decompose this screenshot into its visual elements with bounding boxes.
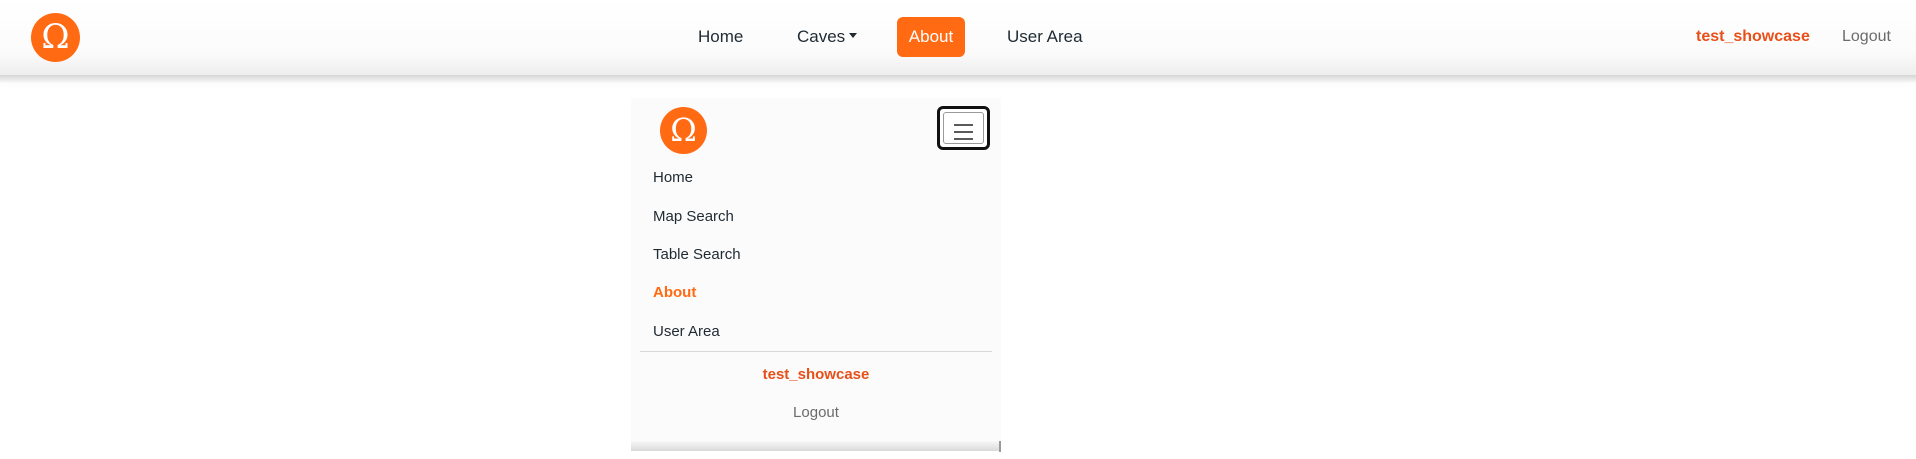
mobile-nav-home[interactable]: Home <box>653 168 693 188</box>
mobile-logout-link[interactable]: Logout <box>631 403 1001 423</box>
mobile-nav-table-search[interactable]: Table Search <box>653 245 741 265</box>
hamburger-icon <box>943 112 984 144</box>
mobile-nav-about[interactable]: About <box>653 283 696 303</box>
nav-caves-dropdown[interactable]: Caves <box>797 17 858 57</box>
mobile-nav-user-area[interactable]: User Area <box>653 322 720 342</box>
mobile-menu-divider <box>640 351 992 352</box>
mobile-nav-map-search[interactable]: Map Search <box>653 207 734 227</box>
omega-logo-icon[interactable]: Ω <box>31 13 80 62</box>
mobile-omega-logo-icon[interactable]: Ω <box>660 107 707 154</box>
hamburger-bar <box>954 138 973 140</box>
mobile-navbar-shadow <box>631 441 1001 451</box>
mobile-username-link[interactable]: test_showcase <box>631 365 1001 385</box>
menu-toggle-button[interactable] <box>937 106 990 150</box>
nav-home-link[interactable]: Home <box>698 17 743 57</box>
hamburger-bar <box>954 124 973 126</box>
caret-down-icon <box>849 33 858 39</box>
nav-about-link[interactable]: About <box>897 17 965 57</box>
logout-link[interactable]: Logout <box>1842 17 1891 57</box>
nav-user-area-link[interactable]: User Area <box>1007 17 1083 57</box>
navbar-shadow <box>0 75 1916 82</box>
username-link[interactable]: test_showcase <box>1696 17 1810 57</box>
nav-caves-label: Caves <box>797 27 846 46</box>
hamburger-bar <box>954 131 973 133</box>
panel-edge-divider <box>999 441 1001 452</box>
